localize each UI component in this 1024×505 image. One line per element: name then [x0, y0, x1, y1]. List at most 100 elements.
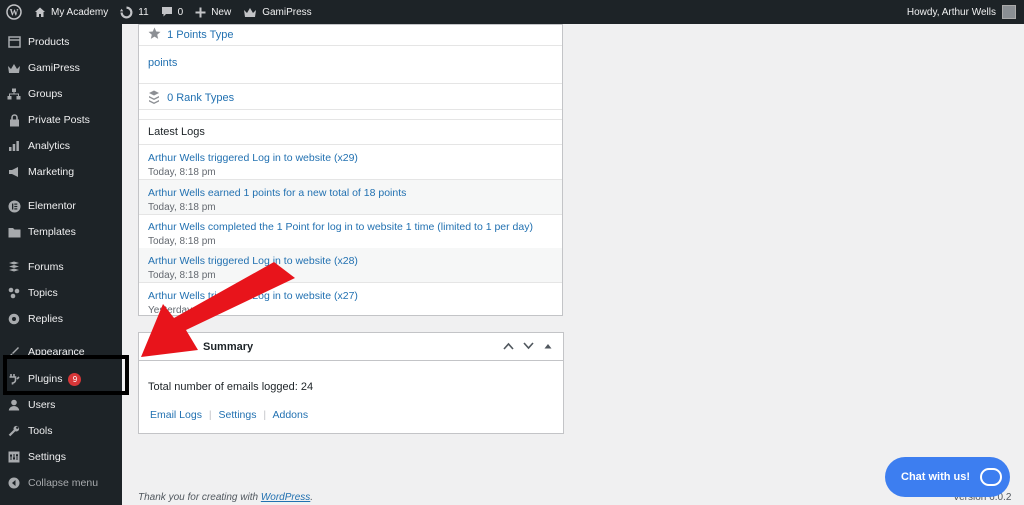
my-account[interactable]: Howdy, Arthur Wells: [907, 5, 1024, 19]
sidebar-item-label: Tools: [28, 425, 53, 437]
latest-logs-header: Latest Logs: [139, 120, 562, 145]
log-entry-link[interactable]: Arthur Wells triggered Log in to website…: [148, 290, 562, 302]
elementor-icon: [7, 199, 21, 213]
log-time: Today, 8:18 pm: [148, 270, 216, 281]
wordpress-logo-button[interactable]: W: [0, 0, 28, 24]
new-content-link[interactable]: New: [189, 0, 237, 24]
sidebar-item-label: Forums: [28, 261, 64, 273]
sidebar-item-products[interactable]: Products: [0, 31, 122, 53]
rank-types-row: 0 Rank Types: [139, 84, 562, 110]
points-type-link[interactable]: points: [148, 57, 177, 69]
latest-logs-title: Latest Logs: [148, 126, 205, 138]
sidebar-item-label: Templates: [28, 226, 76, 238]
emails-total-text: Total number of emails logged: 24: [148, 381, 314, 393]
topics-icon: [7, 286, 21, 300]
footer-thanks: Thank you for creating with WordPress.: [138, 492, 313, 503]
sidebar-item-topics[interactable]: Topics: [0, 282, 122, 304]
sidebar-item-label: Marketing: [28, 166, 75, 178]
lock-icon: [7, 113, 21, 127]
groups-icon: [7, 87, 21, 101]
products-icon: [7, 35, 21, 49]
log-time: Today, 8:18 pm: [148, 236, 216, 247]
log-item: Arthur Wells completed the 1 Point for l…: [139, 214, 562, 249]
crown-icon: [244, 7, 257, 17]
sidebar-item-settings[interactable]: Settings: [0, 446, 122, 468]
sidebar-item-replies[interactable]: Replies: [0, 308, 122, 330]
points-types-link[interactable]: 1 Points Type: [167, 29, 233, 41]
sidebar-item-label: Topics: [28, 287, 58, 299]
sidebar-item-templates[interactable]: Templates: [0, 221, 122, 243]
sidebar-item-private-posts[interactable]: Private Posts: [0, 109, 122, 131]
log-entry-link[interactable]: Arthur Wells earned 1 points for a new t…: [148, 187, 562, 199]
comment-icon: [161, 7, 172, 17]
plus-icon: [195, 7, 206, 17]
gamipress-link[interactable]: GamiPress: [237, 0, 317, 24]
sidebar-item-elementor[interactable]: Elementor: [0, 195, 122, 217]
comments-link[interactable]: 0: [155, 0, 190, 24]
updates-count: 11: [138, 6, 149, 18]
addons-link[interactable]: Addons: [272, 409, 308, 421]
site-name-link[interactable]: My Academy: [28, 0, 114, 24]
footer-thanks-prefix: Thank you for creating with: [138, 492, 261, 503]
move-up-button[interactable]: [501, 339, 515, 353]
sidebar-item-label: Replies: [28, 313, 64, 325]
chat-label: Chat with us!: [901, 471, 971, 483]
updates-icon: [120, 6, 133, 18]
wordpress-icon: W: [6, 4, 22, 20]
sidebar-item-label: Elementor: [28, 200, 76, 212]
widget-title: Summary: [203, 341, 254, 353]
log-item: Arthur Wells triggered Log in to website…: [139, 248, 562, 283]
chat-with-us-button[interactable]: Chat with us!: [885, 457, 1010, 497]
megaphone-icon: [7, 165, 21, 179]
toggle-panel-button[interactable]: [541, 339, 555, 353]
log-time: Yesterday: [148, 305, 193, 316]
avatar: [1002, 5, 1016, 19]
sidebar-item-groups[interactable]: Groups: [0, 83, 122, 105]
collapse-menu-button[interactable]: Collapse menu: [0, 472, 122, 494]
sidebar-item-label: GamiPress: [28, 62, 80, 74]
sidebar-item-users[interactable]: Users: [0, 394, 122, 416]
caret-up-icon: [544, 344, 552, 349]
log-entry-link[interactable]: Arthur Wells completed the 1 Point for l…: [148, 221, 562, 233]
sidebar-item-gamipress[interactable]: GamiPress: [0, 57, 122, 79]
email-summary-links: Email Logs | Settings | Addons: [150, 409, 308, 421]
log-item: Arthur Wells triggered Log in to website…: [139, 145, 562, 180]
sidebar-item-label: Products: [28, 36, 70, 48]
rank-types-link[interactable]: 0 Rank Types: [167, 92, 234, 104]
chat-bubble-icon: [980, 468, 1003, 486]
widget-controls: [501, 339, 555, 353]
log-entry-link[interactable]: Arthur Wells triggered Log in to website…: [148, 255, 562, 267]
email-logs-link[interactable]: Email Logs: [150, 409, 202, 421]
log-entry-link[interactable]: Arthur Wells triggered Log in to website…: [148, 152, 562, 164]
wordpress-link[interactable]: WordPress: [261, 492, 310, 503]
sidebar-item-tools[interactable]: Tools: [0, 420, 122, 442]
settings-link[interactable]: Settings: [219, 409, 257, 421]
gamipress-label: GamiPress: [262, 6, 312, 18]
spacer-row: [139, 110, 562, 120]
points-types-row: 1 Points Type: [139, 25, 562, 46]
plugins-highlight-box: [3, 355, 129, 395]
star-icon: [148, 27, 161, 39]
sidebar-item-label: Analytics: [28, 140, 71, 152]
sidebar-item-analytics[interactable]: Analytics: [0, 135, 122, 157]
log-time: Today, 8:18 pm: [148, 167, 216, 178]
log-time: Today, 8:18 pm: [148, 202, 216, 213]
new-label: New: [211, 6, 232, 18]
sidebar-item-marketing[interactable]: Marketing: [0, 161, 122, 183]
wrench-icon: [7, 424, 21, 438]
svg-text:W: W: [10, 8, 19, 18]
admin-bar: W My Academy 11 0 New GamiPress Howdy, A…: [0, 0, 1024, 24]
sidebar-item-label: Groups: [28, 88, 63, 100]
log-item: Arthur Wells earned 1 points for a new t…: [139, 180, 562, 215]
updates-link[interactable]: 11: [114, 0, 154, 24]
log-item: Arthur Wells triggered Log in to website…: [139, 283, 562, 318]
move-down-button[interactable]: [521, 339, 535, 353]
user-icon: [7, 398, 21, 412]
settings-icon: [7, 450, 21, 464]
sidebar-item-forums[interactable]: Forums: [0, 256, 122, 278]
comments-count: 0: [177, 6, 184, 18]
separator: |: [263, 409, 267, 421]
widget-header: Summary: [139, 333, 563, 361]
howdy-text: Howdy, Arthur Wells: [906, 6, 996, 18]
replies-icon: [7, 312, 21, 326]
